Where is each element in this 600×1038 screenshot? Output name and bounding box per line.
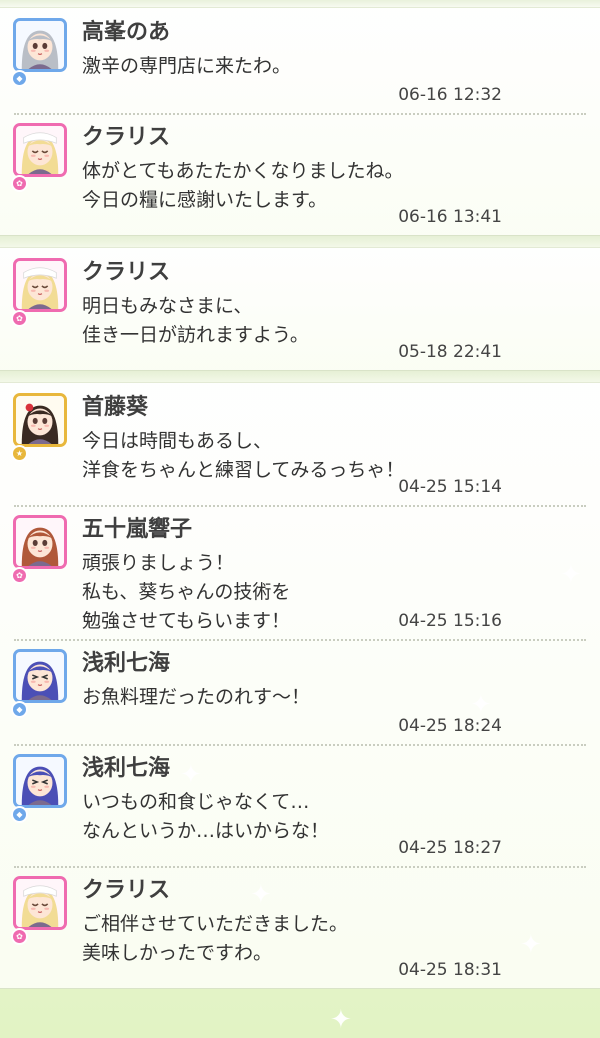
sender-name: 浅利七海 [82, 651, 171, 676]
message-line: ご相伴させていただきました。 [82, 913, 349, 935]
message-item[interactable]: ◆ 浅利七海いつもの和食じゃなくて… なんというか…はいからな！ 04-25 18:2… [0, 744, 600, 866]
message-group: ★ 首藤葵 今日は時間もあるし、 洋食をちゃんと練習してみるっちゃ！ 04-25 15:… [0, 382, 600, 989]
message-text: お魚料理だったのれす～！ [82, 683, 310, 712]
diamond-badge-icon: ◆ [11, 701, 28, 718]
message-group: ◆ 高峯のあ激辛の専門店に来たわ。 06-16 12:32 ✿ クラリス体がとてもあたた… [0, 7, 600, 236]
message-timestamp: 04-25 18:27 [398, 838, 502, 858]
message-line: 明日もみなさまに、 [82, 295, 253, 317]
noa-avatar[interactable] [13, 18, 67, 72]
message-timestamp: 06-16 13:41 [398, 207, 502, 227]
message-line: 洋食をちゃんと練習してみるっちゃ！ [82, 459, 405, 481]
message-item[interactable]: ★ 首藤葵今日は時間もあるし、洋食をちゃんと練習してみるっちゃ！ 04-25 15:… [0, 383, 600, 505]
flower-badge-icon: ✿ [11, 175, 28, 192]
sparkle-icon: ✦ [330, 1005, 352, 1035]
flower-badge-icon: ✿ [11, 310, 28, 327]
message-timestamp: 06-16 12:32 [398, 85, 502, 105]
message-line: いつもの和食じゃなくて… [82, 791, 310, 813]
sender-name: クラリス [82, 125, 171, 150]
message-line: 体がとてもあたたかくなりましたね。 [82, 160, 404, 182]
message-line: 美味しかったですわ。 [82, 942, 273, 964]
message-timestamp: 04-25 15:14 [398, 477, 502, 497]
message-line: 佳き一日が訪れますよう。 [82, 324, 309, 346]
nanami-avatar[interactable] [13, 649, 67, 703]
message-line: 頑張りましょう！ [82, 552, 235, 574]
message-line: 激辛の専門店に来たわ。 [82, 55, 292, 77]
message-timestamp: 04-25 18:31 [398, 960, 502, 980]
sender-name: 浅利七海 [82, 756, 171, 781]
message-text: 激辛の専門店に来たわ。 [82, 52, 291, 81]
message-line: 私も、葵ちゃんの技術を [82, 581, 291, 603]
sender-name: 高峯のあ [82, 20, 171, 45]
message-item[interactable]: ◆ 高峯のあ激辛の専門店に来たわ。 06-16 12:32 [0, 8, 600, 113]
clarice-avatar[interactable] [13, 258, 67, 312]
message-timestamp: 04-25 18:24 [398, 716, 502, 736]
group-separator [0, 236, 600, 247]
message-line: なんというか…はいからな！ [82, 820, 330, 842]
diamond-badge-icon: ◆ [11, 70, 28, 87]
clarice-avatar[interactable] [13, 123, 67, 177]
message-text: 頑張りましょう！ 私も、葵ちゃんの技術を 勉強させてもらいます！ [82, 549, 290, 636]
message-text: 明日もみなさまに、佳き一日が訪れますよう。 [82, 292, 309, 350]
feed-top-edge [0, 0, 600, 7]
sender-name: 首藤葵 [82, 395, 149, 420]
message-text: いつもの和食じゃなくて… なんというか…はいからな！ [82, 788, 329, 846]
message-line: 今日の糧に感謝いたします。 [82, 189, 328, 211]
message-line: 勉強させてもらいます！ [82, 610, 291, 632]
message-item[interactable]: ◆ 浅利七海お魚料理だったのれす～！ 04-25 18:24 [0, 639, 600, 744]
nanami-avatar[interactable] [13, 754, 67, 808]
diamond-badge-icon: ◆ [11, 806, 28, 823]
group-separator [0, 371, 600, 382]
flower-badge-icon: ✿ [11, 567, 28, 584]
message-item[interactable]: ✿ クラリス 体がとてもあたたかくなりましたね。 今日の糧に感謝いたします。 06-16… [0, 113, 600, 235]
message-item[interactable]: ✿ クラリス明日もみなさまに、佳き一日が訪れますよう。 05-18 22:41 [0, 248, 600, 370]
message-group: ✿ クラリス明日もみなさまに、佳き一日が訪れますよう。 05-18 22:41 [0, 247, 600, 371]
message-timestamp: 04-25 15:16 [398, 611, 502, 631]
message-text: 体がとてもあたたかくなりましたね。 今日の糧に感謝いたします。 [82, 157, 403, 215]
message-item[interactable]: ✿ クラリスご相伴させていただきました。 美味しかったですわ。 04-25 18:31 [0, 866, 600, 988]
aoi-avatar[interactable] [13, 393, 67, 447]
message-line: お魚料理だったのれす～！ [82, 686, 311, 708]
message-text: 今日は時間もあるし、洋食をちゃんと練習してみるっちゃ！ [82, 427, 404, 485]
message-feed[interactable]: ◆ 高峯のあ 激辛の専門店に来たわ。 06-16 12:32 ✿ クラリス 体がとてもあたた… [0, 0, 600, 1038]
star-badge-icon: ★ [11, 445, 28, 462]
kyoko-avatar[interactable] [13, 515, 67, 569]
message-item[interactable]: ✿ 五十嵐響子頑張りましょう！ 私も、葵ちゃんの技術を 勉強させてもらいます！ 04-2… [0, 505, 600, 639]
clarice-avatar[interactable] [13, 876, 67, 930]
sender-name: クラリス [82, 260, 171, 285]
flower-badge-icon: ✿ [11, 928, 28, 945]
message-timestamp: 05-18 22:41 [398, 342, 502, 362]
message-text: ご相伴させていただきました。 美味しかったですわ。 [82, 910, 348, 968]
sender-name: クラリス [82, 878, 171, 903]
message-line: 今日は時間もあるし、 [82, 430, 273, 452]
sender-name: 五十嵐響子 [82, 517, 193, 542]
